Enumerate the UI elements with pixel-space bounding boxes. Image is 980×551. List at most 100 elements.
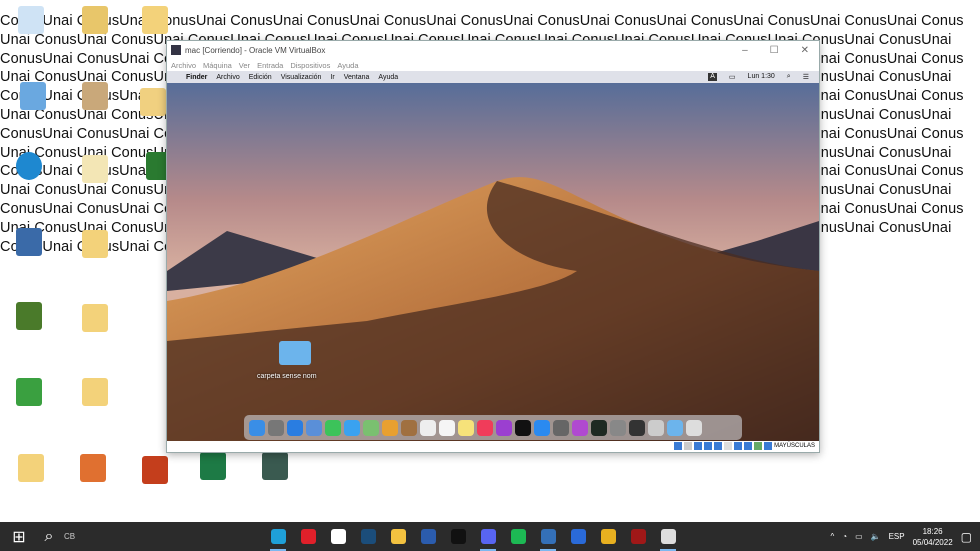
dock-safari-icon[interactable] xyxy=(287,419,303,436)
host-key-icon[interactable] xyxy=(764,442,773,450)
recycle-bin-icon[interactable] xyxy=(18,6,44,34)
minecraft-icon[interactable] xyxy=(16,302,42,330)
window-titlebar[interactable]: mac [Corriendo] - Oracle VM VirtualBox –… xyxy=(167,41,819,59)
volume-icon[interactable]: 🔈 xyxy=(871,532,881,541)
dock-finder-icon[interactable] xyxy=(249,419,265,436)
clock[interactable]: Lun 1:30 xyxy=(748,73,775,81)
excel-icon[interactable] xyxy=(200,452,226,480)
dock-tv-icon[interactable] xyxy=(515,419,531,436)
folder-icon[interactable] xyxy=(82,6,108,34)
menu-archivo[interactable]: Archivo xyxy=(171,61,196,70)
dock-launchpad-icon[interactable] xyxy=(268,419,284,436)
dock-mail-icon[interactable] xyxy=(306,419,322,436)
taskbar-spotify-icon[interactable] xyxy=(507,526,529,548)
display-icon[interactable] xyxy=(734,442,743,450)
virtualbox-icon[interactable] xyxy=(16,228,42,256)
dock-messages-icon[interactable] xyxy=(344,419,360,436)
app-shortcut-icon[interactable] xyxy=(262,452,288,480)
airplay-icon[interactable]: ▭ xyxy=(729,73,736,81)
taskbar-chrome-icon[interactable] xyxy=(597,526,619,548)
search-icon[interactable]: ⌕ xyxy=(38,526,60,548)
menu-visualizacion[interactable]: Visualización xyxy=(281,74,322,81)
shared-folder-icon[interactable] xyxy=(724,442,733,450)
folder-icon[interactable] xyxy=(18,454,44,482)
hdd-icon[interactable] xyxy=(674,442,683,450)
dock-music-icon[interactable] xyxy=(477,419,493,436)
dock-calendar-icon[interactable] xyxy=(420,419,436,436)
folder-icon[interactable] xyxy=(279,341,311,365)
menu-ventana[interactable]: Ventana xyxy=(344,74,370,81)
app-shortcut-icon[interactable] xyxy=(20,82,46,110)
clock[interactable]: 18:26 05/04/2022 xyxy=(913,526,953,548)
menu-ir[interactable]: Ir xyxy=(330,74,334,81)
menu-ayuda[interactable]: Ayuda xyxy=(337,61,358,70)
folder-icon[interactable] xyxy=(82,378,108,406)
usb-icon[interactable] xyxy=(714,442,723,450)
vm-screen[interactable]: Finder Archivo Edición Visualización Ir … xyxy=(167,71,819,441)
file-icon[interactable] xyxy=(80,454,106,482)
input-source-icon[interactable]: A xyxy=(708,73,717,81)
dock-photos-icon[interactable] xyxy=(382,419,398,436)
network-icon[interactable]: ◔ xyxy=(842,532,847,541)
dock-feedback-icon[interactable] xyxy=(572,419,588,436)
folder-icon[interactable] xyxy=(82,155,108,183)
dock-activity-monitor-icon[interactable] xyxy=(591,419,607,436)
taskbar-word-icon[interactable] xyxy=(417,526,439,548)
dock-app-store-icon[interactable] xyxy=(534,419,550,436)
edge-icon[interactable] xyxy=(16,152,42,180)
network-icon[interactable] xyxy=(704,442,713,450)
menu-finder[interactable]: Finder xyxy=(186,74,207,81)
menu-entrada[interactable]: Entrada xyxy=(257,61,283,70)
taskbar-virtualbox-icon[interactable] xyxy=(537,526,559,551)
app-shortcut-icon[interactable] xyxy=(16,378,42,406)
dock-system-preferences-icon[interactable] xyxy=(553,419,569,436)
minimize-button[interactable]: – xyxy=(742,45,748,56)
notifications-icon[interactable]: ▢ xyxy=(961,530,972,544)
menu-dispositivos[interactable]: Dispositivos xyxy=(290,61,330,70)
folder-icon[interactable] xyxy=(142,6,168,34)
folder-icon[interactable] xyxy=(82,82,108,110)
menu-archivo[interactable]: Archivo xyxy=(216,74,239,81)
taskbar-opera-icon[interactable] xyxy=(297,526,319,548)
start-button[interactable]: ⊞ xyxy=(8,526,30,548)
dock-notes-icon[interactable] xyxy=(458,419,474,436)
dock-contacts-icon[interactable] xyxy=(401,419,417,436)
audio-icon[interactable] xyxy=(694,442,703,450)
language-indicator[interactable]: ESP xyxy=(889,532,905,541)
close-button[interactable]: ✕ xyxy=(801,45,809,56)
menu-edicion[interactable]: Edición xyxy=(249,74,272,81)
dock-reminders-icon[interactable] xyxy=(439,419,455,436)
dock-trash-icon[interactable] xyxy=(686,419,702,436)
virtualbox-window[interactable]: mac [Corriendo] - Oracle VM VirtualBox –… xyxy=(166,40,820,453)
menu-ver[interactable]: Ver xyxy=(239,61,250,70)
taskbar-app3-icon[interactable] xyxy=(327,526,349,548)
battery-icon[interactable]: ▭ xyxy=(855,532,863,541)
dock-podcasts-icon[interactable] xyxy=(496,419,512,436)
folder-icon[interactable] xyxy=(82,304,108,332)
dock-utilities-icon[interactable] xyxy=(648,419,664,436)
taskbar-file-explorer-icon[interactable] xyxy=(387,526,409,548)
search-label[interactable]: CB xyxy=(64,532,75,541)
recording-icon[interactable] xyxy=(744,442,753,450)
folder-icon[interactable] xyxy=(82,230,108,258)
folder-label[interactable]: carpeta sense nom xyxy=(257,373,317,380)
menu-ayuda[interactable]: Ayuda xyxy=(378,74,398,81)
dock-maps-icon[interactable] xyxy=(363,419,379,436)
maximize-button[interactable]: ☐ xyxy=(770,45,779,56)
taskbar-app14-icon[interactable] xyxy=(657,526,679,551)
dock-preview-icon[interactable] xyxy=(629,419,645,436)
powerpoint-icon[interactable] xyxy=(142,456,168,484)
taskbar-edge-icon[interactable] xyxy=(267,526,289,551)
cpu-icon[interactable] xyxy=(754,442,763,450)
taskbar-epic-games-icon[interactable] xyxy=(447,526,469,548)
taskbar-app13-icon[interactable] xyxy=(627,526,649,548)
optical-icon[interactable] xyxy=(684,442,693,450)
dock-downloads-icon[interactable] xyxy=(667,419,683,436)
taskbar-app11-icon[interactable] xyxy=(567,526,589,548)
notification-center-icon[interactable]: ☰ xyxy=(803,73,809,81)
dock-facetime-icon[interactable] xyxy=(325,419,341,436)
menu-maquina[interactable]: Máquina xyxy=(203,61,232,70)
taskbar-steam-icon[interactable] xyxy=(357,526,379,548)
file-icon[interactable] xyxy=(140,88,166,116)
spotlight-search-icon[interactable]: ⌕ xyxy=(787,73,791,81)
